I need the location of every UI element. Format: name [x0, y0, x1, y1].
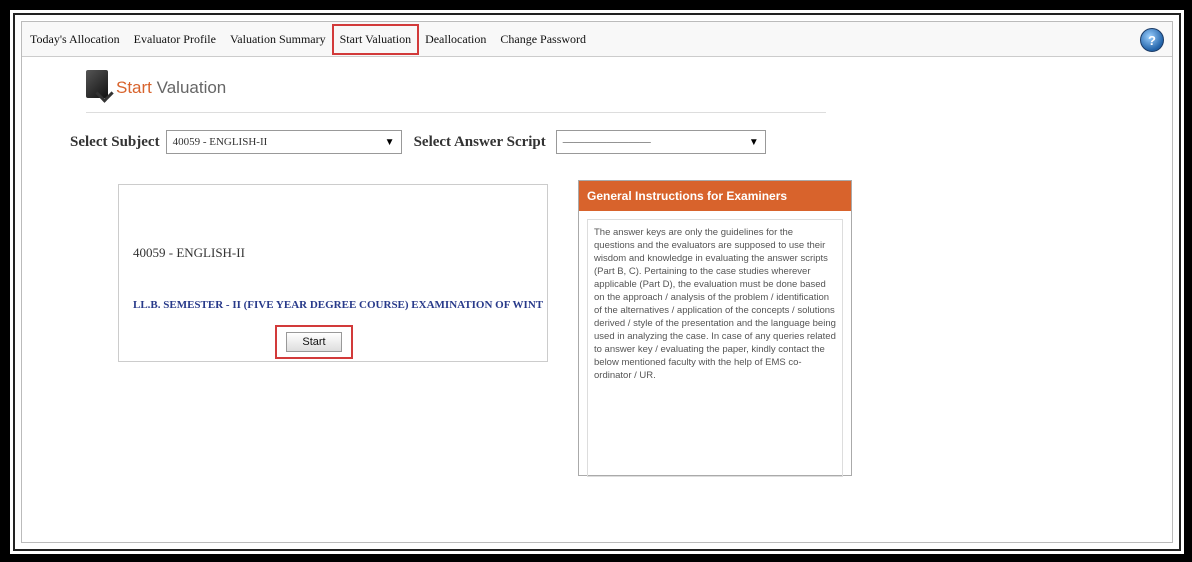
start-button-highlight: Start — [275, 325, 353, 359]
nav-menu: Today's Allocation Evaluator Profile Val… — [30, 24, 586, 55]
page-header: Start Valuation — [86, 68, 826, 113]
instructions-panel: General Instructions for Examiners The a… — [578, 180, 852, 477]
page-title-accent: Start — [116, 78, 152, 97]
exam-title: LL.B. SEMESTER - II (FIVE YEAR DEGREE CO… — [133, 299, 543, 311]
top-nav-bar: Today's Allocation Evaluator Profile Val… — [22, 22, 1172, 57]
page-container: Today's Allocation Evaluator Profile Val… — [21, 21, 1173, 543]
answer-script-select[interactable]: ———————— ▼ — [555, 130, 766, 154]
subject-label: Select Subject — [70, 133, 160, 150]
answer-script-label: Select Answer Script — [413, 133, 546, 150]
course-code: 40059 - ENGLISH-II — [133, 245, 245, 260]
nav-start-valuation[interactable]: Start Valuation — [331, 24, 420, 55]
document-icon — [86, 70, 108, 98]
selection-row: Select Subject 40059 - ENGLISH-II ▼ Sele… — [70, 130, 766, 154]
course-card: 40059 - ENGLISH-II LL.B. SEMESTER - II (… — [118, 184, 548, 362]
nav-todays-allocation[interactable]: Today's Allocation — [30, 32, 120, 47]
window-frame: Today's Allocation Evaluator Profile Val… — [10, 10, 1184, 554]
instructions-title: General Instructions for Examiners — [579, 181, 851, 211]
chevron-down-icon: ▼ — [748, 136, 759, 148]
nav-deallocation[interactable]: Deallocation — [425, 32, 486, 47]
start-button[interactable]: Start — [286, 332, 342, 352]
nav-valuation-summary[interactable]: Valuation Summary — [230, 32, 326, 47]
page-title-rest: Valuation — [151, 78, 227, 97]
nav-evaluator-profile[interactable]: Evaluator Profile — [134, 32, 216, 47]
instructions-body: The answer keys are only the guidelines … — [587, 219, 843, 477]
page-title: Start Valuation — [116, 78, 226, 98]
subject-select[interactable]: 40059 - ENGLISH-II ▼ — [165, 130, 402, 154]
subject-select-value: 40059 - ENGLISH-II — [172, 136, 268, 148]
chevron-down-icon: ▼ — [384, 136, 395, 148]
nav-change-password[interactable]: Change Password — [500, 32, 586, 47]
help-icon[interactable]: ? — [1140, 28, 1164, 52]
answer-script-select-value: ———————— — [562, 136, 651, 148]
